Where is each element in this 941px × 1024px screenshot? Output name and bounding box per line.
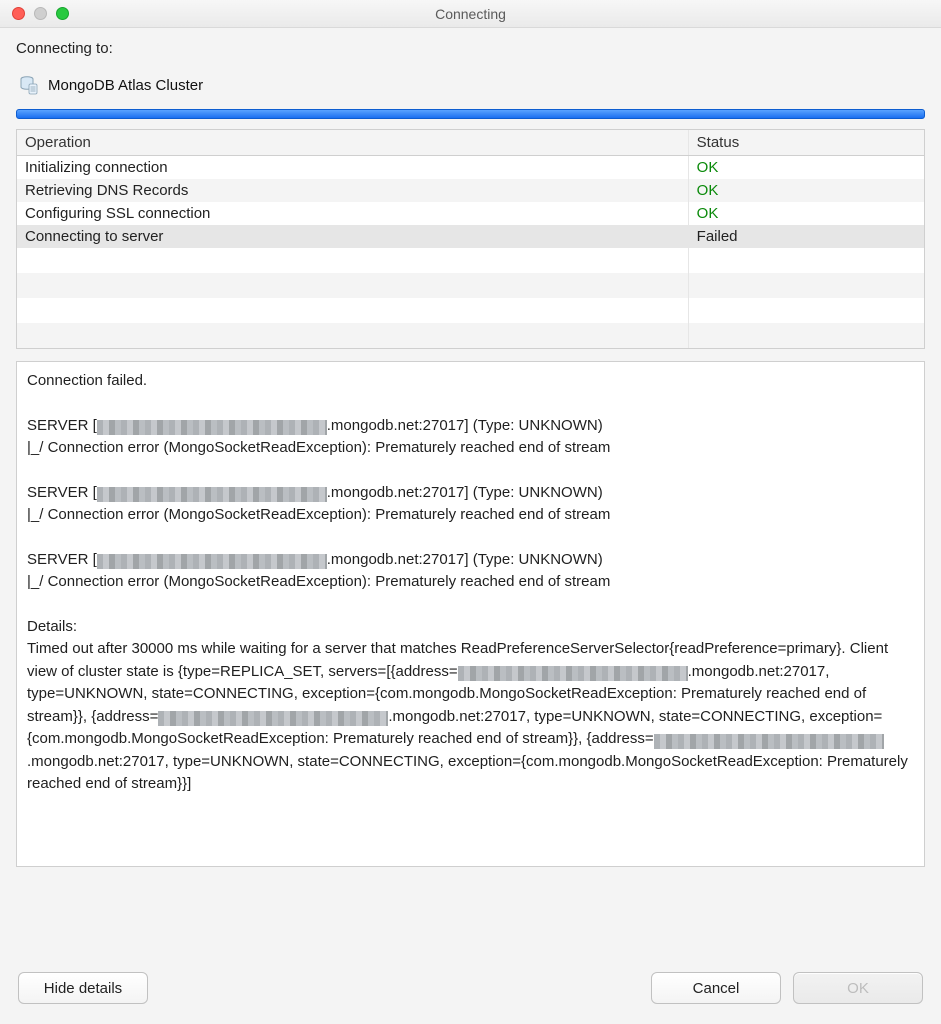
op-cell: Initializing connection	[17, 156, 688, 180]
server-error-block: SERVER [ .mongodb.net:27017] (Type: UNKNO…	[27, 549, 914, 594]
connection-target-row: MongoDB Atlas Cluster	[16, 75, 925, 95]
table-row: Configuring SSL connection OK	[17, 202, 924, 225]
table-row	[17, 298, 924, 323]
op-cell: Retrieving DNS Records	[17, 179, 688, 202]
server-error-block: SERVER [ .mongodb.net:27017] (Type: UNKNO…	[27, 482, 914, 527]
table-row: Connecting to server Failed	[17, 225, 924, 248]
server-suffix: .mongodb.net:27017] (Type: UNKNOWN)	[327, 417, 603, 434]
table-row: Initializing connection OK	[17, 156, 924, 180]
details-body: Timed out after 30000 ms while waiting f…	[27, 638, 914, 796]
table-header-row: Operation Status	[17, 130, 924, 156]
error-line: |_/ Connection error (MongoSocketReadExc…	[27, 571, 914, 594]
status-cell: OK	[688, 202, 924, 225]
titlebar: Connecting	[0, 0, 941, 28]
details-label: Details:	[27, 616, 914, 639]
redacted-hostname	[458, 666, 688, 681]
server-error-block: SERVER [ .mongodb.net:27017] (Type: UNKNO…	[27, 415, 914, 460]
redacted-hostname	[158, 711, 388, 726]
ok-button: OK	[793, 972, 923, 1004]
op-cell: Configuring SSL connection	[17, 202, 688, 225]
maximize-icon[interactable]	[56, 7, 69, 20]
col-operation: Operation	[17, 130, 688, 156]
op-cell: Connecting to server	[17, 225, 688, 248]
table-row	[17, 248, 924, 273]
server-suffix: .mongodb.net:27017] (Type: UNKNOWN)	[327, 484, 603, 501]
dialog-content: Connecting to: MongoDB Atlas Cluster	[0, 28, 941, 867]
details-title: Connection failed.	[27, 370, 914, 393]
progress-bar	[16, 109, 925, 119]
server-prefix: SERVER [	[27, 551, 97, 568]
hide-details-button[interactable]: Hide details	[18, 972, 148, 1004]
connection-target-name: MongoDB Atlas Cluster	[48, 77, 203, 94]
window-title: Connecting	[0, 6, 941, 22]
table-row: Retrieving DNS Records OK	[17, 179, 924, 202]
status-cell: Failed	[688, 225, 924, 248]
details-section: Details: Timed out after 30000 ms while …	[27, 616, 914, 796]
details-panel[interactable]: Connection failed. SERVER [ .mongodb.net:…	[16, 361, 925, 867]
table-row	[17, 323, 924, 348]
status-cell: OK	[688, 156, 924, 180]
cancel-button[interactable]: Cancel	[651, 972, 781, 1004]
server-prefix: SERVER [	[27, 484, 97, 501]
redacted-hostname	[97, 420, 327, 435]
server-suffix: .mongodb.net:27017] (Type: UNKNOWN)	[327, 551, 603, 568]
status-cell: OK	[688, 179, 924, 202]
server-prefix: SERVER [	[27, 417, 97, 434]
close-icon[interactable]	[12, 7, 25, 20]
col-status: Status	[688, 130, 924, 156]
dialog-footer: Hide details Cancel OK	[0, 956, 941, 1024]
window-traffic-lights	[12, 7, 69, 20]
connecting-to-label: Connecting to:	[16, 40, 925, 57]
operations-table: Operation Status Initializing connection…	[16, 129, 925, 349]
redacted-hostname	[97, 487, 327, 502]
table-row	[17, 273, 924, 298]
error-line: |_/ Connection error (MongoSocketReadExc…	[27, 437, 914, 460]
error-line: |_/ Connection error (MongoSocketReadExc…	[27, 504, 914, 527]
redacted-hostname	[97, 554, 327, 569]
minimize-icon	[34, 7, 47, 20]
redacted-hostname	[654, 734, 884, 749]
database-icon	[20, 75, 38, 95]
